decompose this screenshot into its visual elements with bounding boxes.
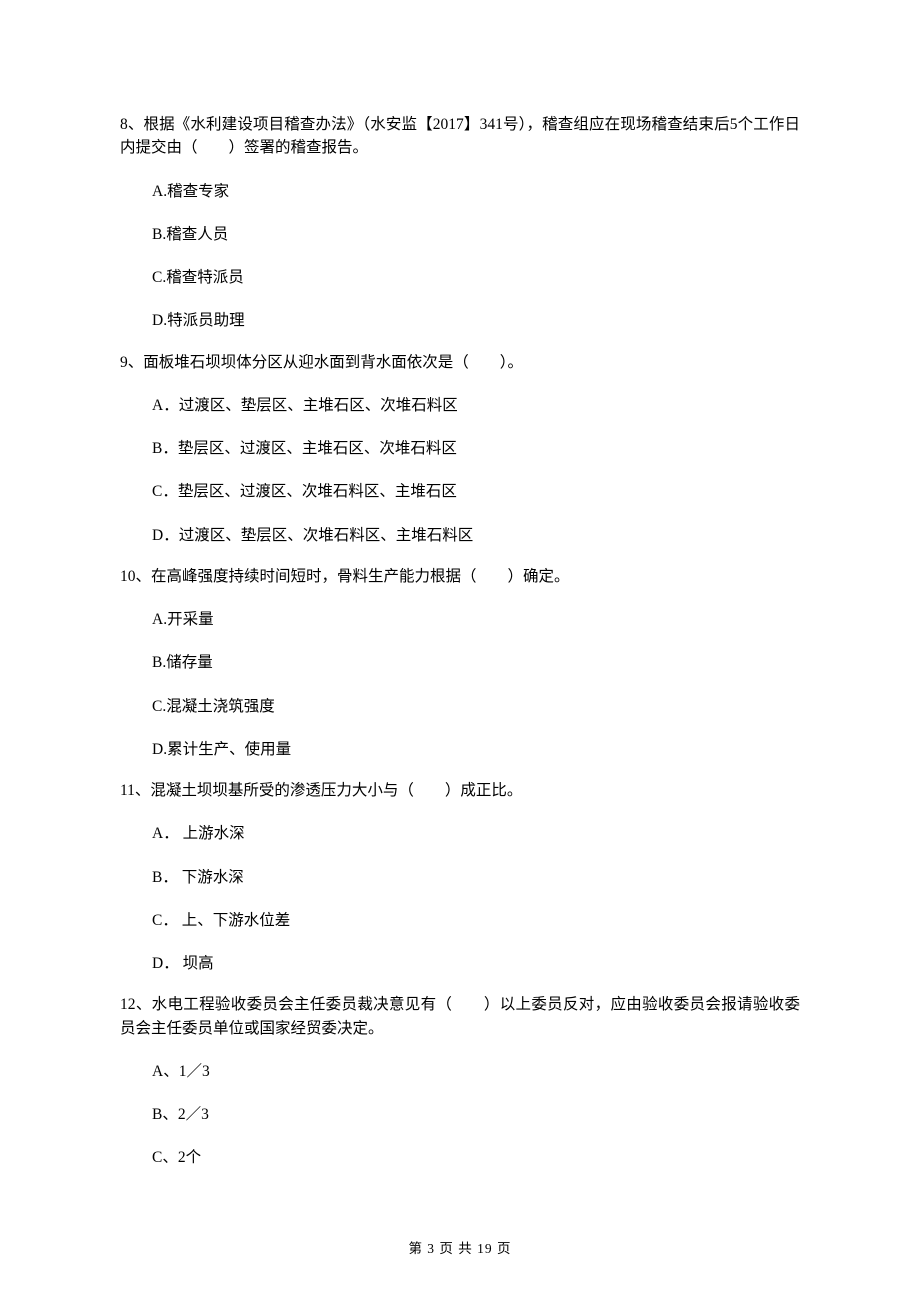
option-a: A、1／3 bbox=[152, 1060, 800, 1083]
question-stem: 12、水电工程验收委员会主任委员裁决意见有（ ）以上委员反对，应由验收委员会报请… bbox=[120, 993, 800, 1040]
option-a: A． 上游水深 bbox=[152, 822, 800, 845]
option-c: C． 上、下游水位差 bbox=[152, 909, 800, 932]
page-footer: 第 3 页 共 19 页 bbox=[0, 1239, 920, 1259]
option-b: B.稽查人员 bbox=[152, 223, 800, 246]
question-8: 8、根据《水利建设项目稽查办法》（水安监【2017】341号），稽查组应在现场稽… bbox=[120, 113, 800, 333]
question-11: 11、混凝土坝坝基所受的渗透压力大小与（ ）成正比。 A． 上游水深 B． 下游… bbox=[120, 779, 800, 975]
option-c: C.混凝土浇筑强度 bbox=[152, 695, 800, 718]
question-stem: 9、面板堆石坝坝体分区从迎水面到背水面依次是（ ）。 bbox=[120, 351, 800, 374]
options-list: A、1／3 B、2／3 C、2个 bbox=[120, 1060, 800, 1170]
option-d: D.累计生产、使用量 bbox=[152, 738, 800, 761]
option-c: C．垫层区、过渡区、次堆石料区、主堆石区 bbox=[152, 480, 800, 503]
option-d: D．过渡区、垫层区、次堆石料区、主堆石料区 bbox=[152, 524, 800, 547]
option-c: C.稽查特派员 bbox=[152, 266, 800, 289]
option-a: A．过渡区、垫层区、主堆石区、次堆石料区 bbox=[152, 394, 800, 417]
option-a: A.稽查专家 bbox=[152, 180, 800, 203]
question-12: 12、水电工程验收委员会主任委员裁决意见有（ ）以上委员反对，应由验收委员会报请… bbox=[120, 993, 800, 1169]
option-b: B． 下游水深 bbox=[152, 866, 800, 889]
question-9: 9、面板堆石坝坝体分区从迎水面到背水面依次是（ ）。 A．过渡区、垫层区、主堆石… bbox=[120, 351, 800, 547]
option-a: A.开采量 bbox=[152, 608, 800, 631]
options-list: A． 上游水深 B． 下游水深 C． 上、下游水位差 D． 坝高 bbox=[120, 822, 800, 975]
option-c: C、2个 bbox=[152, 1146, 800, 1169]
option-d: D． 坝高 bbox=[152, 952, 800, 975]
option-b: B.储存量 bbox=[152, 651, 800, 674]
option-b: B、2／3 bbox=[152, 1103, 800, 1126]
options-list: A.开采量 B.储存量 C.混凝土浇筑强度 D.累计生产、使用量 bbox=[120, 608, 800, 761]
question-stem: 8、根据《水利建设项目稽查办法》（水安监【2017】341号），稽查组应在现场稽… bbox=[120, 113, 800, 160]
options-list: A.稽查专家 B.稽查人员 C.稽查特派员 D.特派员助理 bbox=[120, 180, 800, 333]
question-10: 10、在高峰强度持续时间短时，骨料生产能力根据（ ）确定。 A.开采量 B.储存… bbox=[120, 565, 800, 761]
question-stem: 10、在高峰强度持续时间短时，骨料生产能力根据（ ）确定。 bbox=[120, 565, 800, 588]
question-stem: 11、混凝土坝坝基所受的渗透压力大小与（ ）成正比。 bbox=[120, 779, 800, 802]
options-list: A．过渡区、垫层区、主堆石区、次堆石料区 B．垫层区、过渡区、主堆石区、次堆石料… bbox=[120, 394, 800, 547]
option-b: B．垫层区、过渡区、主堆石区、次堆石料区 bbox=[152, 437, 800, 460]
option-d: D.特派员助理 bbox=[152, 309, 800, 332]
